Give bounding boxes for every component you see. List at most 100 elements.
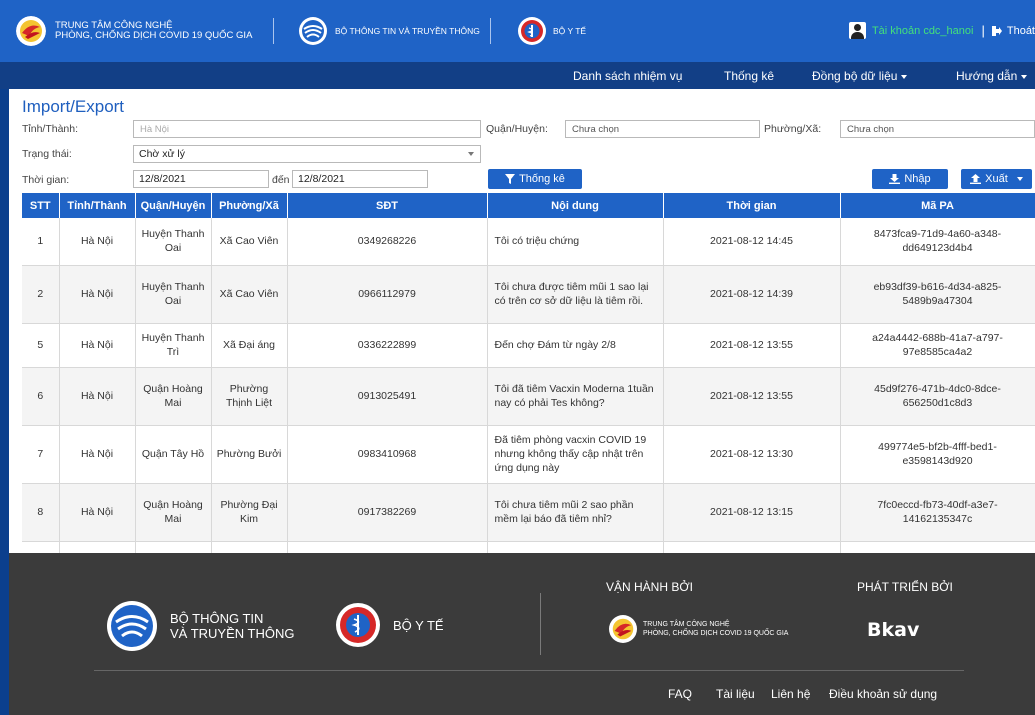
export-dropdown-button[interactable]: Xuất (961, 169, 1032, 189)
main-nav: Danh sách nhiệm vụ Thống kê Đồng bộ dữ l… (0, 62, 1035, 89)
footer-org-logo[interactable]: TRUNG TÂM CÔNG NGHỆ PHÒNG, CHỐNG DỊCH CO… (609, 615, 788, 643)
cell-case-id: 8473fca9-71d9-4a60-a348-dd649123d4b4 (840, 218, 1035, 266)
col-header-time[interactable]: Thời gian (663, 193, 841, 218)
footer-link-contact[interactable]: Liên hệ (771, 687, 810, 701)
table-row[interactable]: 2 Hà Nội Huyện Thanh Oai Xã Cao Viên 096… (22, 265, 1035, 324)
export-icon (970, 174, 982, 184)
chevron-down-icon (1021, 74, 1028, 79)
cell-case-id: a24a4442-688b-41a7-a797-97e8585ca4a2 (840, 323, 1035, 368)
col-header-province[interactable]: Tỉnh/Thành (59, 193, 136, 218)
org-brand[interactable]: TRUNG TÂM CÔNG NGHỆ PHÒNG, CHỐNG DỊCH CO… (0, 0, 273, 62)
table-row[interactable]: 1 Hà Nội Huyện Thanh Oai Xã Cao Viên 034… (22, 218, 1035, 266)
cell-stt: 8 (22, 483, 60, 542)
site-footer: BỘ THÔNG TIN VÀ TRUYỀN THÔNG BỘ Y TẾ VẬN… (9, 553, 1035, 715)
nav-data-sync[interactable]: Đồng bộ dữ liệu (812, 69, 908, 83)
footer-divider (540, 593, 541, 655)
health-ministry-name: BỘ Y TẾ (553, 26, 587, 36)
province-field[interactable]: Hà Nội (133, 120, 481, 138)
chevron-down-icon (901, 74, 908, 79)
cell-content: Tôi đã tiêm Vacxin Moderna 1tuần nay có … (487, 367, 664, 426)
cell-content: Đã tiêm phòng vacxin COVID 19 nhưng khôn… (487, 425, 664, 484)
cell-content: Tôi chưa được tiêm mũi 1 sao lại có trên… (487, 265, 664, 324)
import-button-label: Nhập (904, 173, 931, 185)
cell-case-id: 499774e5-bf2b-4fff-bed1-e3598143d920 (840, 425, 1035, 484)
table-row[interactable] (22, 541, 1035, 553)
ict-ministry-logo-icon (299, 17, 327, 45)
cell-stt: 5 (22, 323, 60, 368)
health-brand[interactable]: BỘ Y TẾ (491, 0, 586, 62)
cell-time: 2021-08-12 13:30 (663, 425, 841, 484)
footer-org-line1: TRUNG TÂM CÔNG NGHỆ (643, 621, 730, 628)
footer-link-terms[interactable]: Điều khoản sử dụng (829, 687, 937, 701)
footer-org-name: TRUNG TÂM CÔNG NGHỆ PHÒNG, CHỐNG DỊCH CO… (643, 620, 788, 638)
table-row[interactable]: 8 Hà Nội Quận Hoàng Mai Phường Đại Kim 0… (22, 483, 1035, 542)
logout-icon (991, 25, 1002, 36)
footer-org-line2: PHÒNG, CHỐNG DỊCH COVID 19 QUỐC GIA (643, 630, 789, 637)
cell-phone: 0983410968 (287, 425, 488, 484)
district-select[interactable]: Chưa chọn (565, 120, 760, 138)
footer-link-faq[interactable]: FAQ (668, 687, 692, 701)
import-button[interactable]: Nhập (872, 169, 948, 189)
table-row[interactable]: 5 Hà Nội Huyện Thanh Trì Xã Đại áng 0336… (22, 323, 1035, 368)
cell-phone: 0913025491 (287, 367, 488, 426)
ward-select[interactable]: Chưa chọn (840, 120, 1035, 138)
col-header-content[interactable]: Nội dung (487, 193, 664, 218)
col-header-ward[interactable]: Phường/Xã (211, 193, 288, 218)
cell-case-id: eb93df39-b616-4d34-a825-5489b9a47304 (840, 265, 1035, 324)
cell-ward: Phường Bưởi (211, 425, 288, 484)
cell-stt: 2 (22, 265, 60, 324)
date-to-label: đến (272, 174, 290, 186)
ict-ministry-logo-icon (107, 601, 157, 651)
footer-ict-logo[interactable]: BỘ THÔNG TIN VÀ TRUYỀN THÔNG (106, 600, 294, 652)
account-link[interactable]: Tài khoản cdc_hanoi (872, 25, 974, 37)
covid-center-logo-icon (609, 615, 637, 643)
footer-link-docs[interactable]: Tài liệu (716, 687, 755, 701)
col-header-phone[interactable]: SĐT (287, 193, 488, 218)
cell-content: Đến chợ Đám từ ngày 2/8 (487, 323, 664, 368)
date-to-input[interactable]: 12/8/2021 (292, 170, 428, 188)
time-label: Thời gian: (22, 174, 70, 186)
operated-by-heading: VẬN HÀNH BỞI (606, 580, 693, 594)
nav-statistics[interactable]: Thống kê (724, 69, 774, 83)
ward-label: Phường/Xã: (764, 123, 822, 135)
cell-province: Hà Nội (59, 218, 136, 266)
status-label: Trạng thái: (22, 148, 72, 160)
col-header-case-id[interactable]: Mã PA (840, 193, 1035, 218)
nav-task-list[interactable]: Danh sách nhiệm vụ (573, 69, 682, 83)
cell-district: Huyện Thanh Trì (135, 323, 212, 368)
health-ministry-logo-icon (518, 17, 546, 45)
district-label: Quận/Huyện: (486, 123, 548, 135)
covid-center-logo-icon (16, 16, 46, 46)
top-header: TRUNG TÂM CÔNG NGHỆ PHÒNG, CHỐNG DỊCH CO… (0, 0, 1035, 62)
footer-ict-line2: VÀ TRUYỀN THÔNG (170, 626, 295, 641)
nav-guide[interactable]: Hướng dẫn (956, 69, 1028, 83)
developer-logo[interactable]: Bkav (867, 619, 919, 641)
user-avatar-icon (848, 22, 866, 39)
logout-button[interactable]: Thoát (991, 25, 1035, 37)
export-button-label: Xuất (985, 173, 1008, 185)
cell-province: Hà Nội (59, 483, 136, 542)
date-from-input[interactable]: 12/8/2021 (133, 170, 269, 188)
table-row[interactable]: 6 Hà Nội Quận Hoàng Mai Phường Thịnh Liệ… (22, 367, 1035, 426)
cell-district: Huyện Thanh Oai (135, 218, 212, 266)
province-label: Tỉnh/Thành: (22, 123, 79, 135)
org-name: TRUNG TÂM CÔNG NGHỆ PHÒNG, CHỐNG DỊCH CO… (55, 21, 252, 41)
table-row[interactable]: 7 Hà Nội Quận Tây Hồ Phường Bưởi 0983410… (22, 425, 1035, 484)
ict-ministry-name: BỘ THÔNG TIN VÀ TRUYỀN THÔNG (335, 26, 480, 36)
status-select[interactable]: Chờ xử lý (133, 145, 481, 163)
stats-button[interactable]: Thống kê (488, 169, 582, 189)
cell-phone: 0966112979 (287, 265, 488, 324)
cell-province: Hà Nội (59, 323, 136, 368)
cell-ward: Phường Đại Kim (211, 483, 288, 542)
cell-district: Huyện Thanh Oai (135, 265, 212, 324)
cell-ward: Xã Cao Viên (211, 265, 288, 324)
footer-health-logo[interactable]: BỘ Y TẾ (335, 602, 444, 648)
stats-button-label: Thống kê (519, 173, 565, 185)
cell-province: Hà Nội (59, 265, 136, 324)
col-header-stt[interactable]: STT (22, 193, 60, 218)
filter-icon (505, 174, 516, 184)
page-title: Import/Export (22, 97, 125, 116)
table-header-row: STT Tỉnh/Thành Quận/Huyện Phường/Xã SĐT … (22, 193, 1035, 218)
col-header-district[interactable]: Quận/Huyện (135, 193, 212, 218)
ict-brand[interactable]: BỘ THÔNG TIN VÀ TRUYỀN THÔNG (274, 0, 490, 62)
